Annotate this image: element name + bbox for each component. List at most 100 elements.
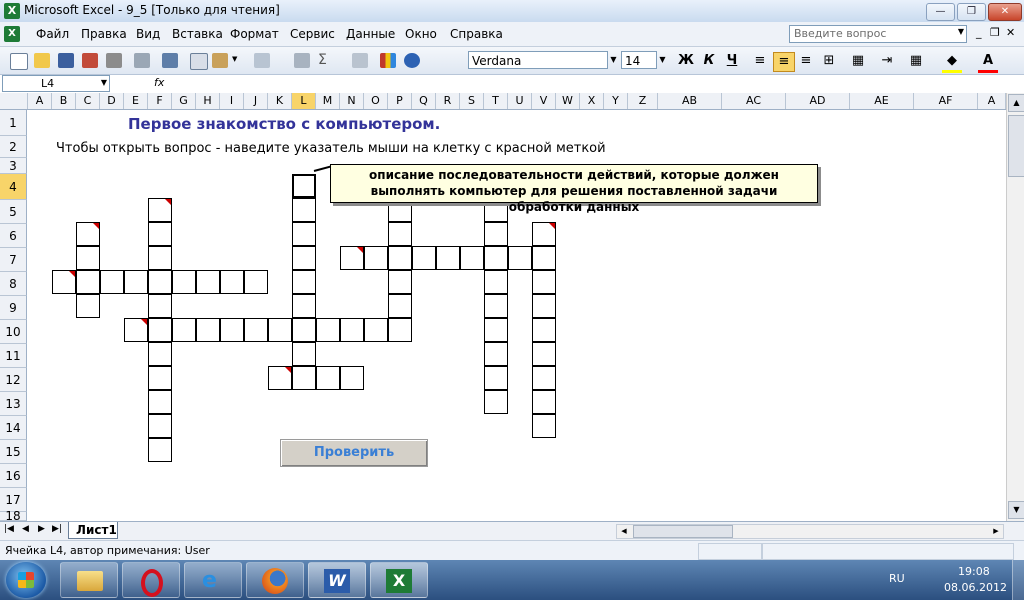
borders-icon[interactable]: ▦ [906,52,926,70]
doc-restore-button[interactable]: ❐ [990,26,1000,39]
row-header-18[interactable]: 18 [0,510,27,522]
name-box-dropdown-icon[interactable]: ▼ [101,78,107,87]
column-header-v[interactable]: V [532,93,556,109]
align-right-icon[interactable]: ≡ [796,52,816,70]
doc-close-button[interactable]: ✕ [1006,26,1015,39]
paste-dropdown-icon[interactable]: ▼ [232,55,237,63]
permission-icon[interactable] [82,53,98,68]
column-header-x[interactable]: X [580,93,604,109]
crossword-cell[interactable] [484,270,508,294]
crossword-cell[interactable] [220,270,244,294]
crossword-cell[interactable] [76,246,100,270]
crossword-cell[interactable] [292,198,316,222]
font-name-dropdown-icon[interactable]: ▼ [607,51,620,69]
minimize-button[interactable]: — [926,3,955,21]
crossword-cell[interactable] [508,246,532,270]
align-center-icon[interactable]: ≡ [773,52,795,72]
column-header-ae[interactable]: AE [850,93,914,109]
crossword-cell[interactable] [292,294,316,318]
crossword-cell[interactable] [532,246,556,270]
column-header-n[interactable]: N [340,93,364,109]
column-header-s[interactable]: S [460,93,484,109]
row-header-13[interactable]: 13 [0,392,27,416]
language-indicator[interactable]: RU [889,572,905,585]
crossword-cell[interactable] [484,246,508,270]
crossword-cell[interactable] [340,366,364,390]
fill-color-icon[interactable]: ◆ [942,52,962,73]
crossword-cell[interactable] [412,246,436,270]
crossword-cell[interactable] [532,390,556,414]
crossword-cell[interactable] [532,366,556,390]
scroll-thumb[interactable] [1008,115,1024,177]
column-header-z[interactable]: Z [628,93,658,109]
crossword-cell[interactable] [532,294,556,318]
crossword-cell[interactable] [268,366,292,390]
column-header-k[interactable]: K [268,93,292,109]
column-header-af[interactable]: AF [914,93,978,109]
maximize-button[interactable]: ❐ [957,3,986,21]
crossword-cell[interactable] [388,294,412,318]
crossword-cell[interactable] [484,222,508,246]
prev-sheet-nav-icon[interactable]: ◀ [22,524,29,534]
menu-window[interactable]: Окно [405,27,437,41]
italic-button[interactable]: К [699,52,719,70]
crossword-cell[interactable] [172,270,196,294]
crossword-cell[interactable] [532,318,556,342]
opera-taskbar-button[interactable] [122,562,180,598]
column-header-y[interactable]: Y [604,93,628,109]
word-taskbar-button[interactable]: W [308,562,366,598]
menu-edit[interactable]: Правка [81,27,127,41]
menu-format[interactable]: Формат [230,27,279,41]
column-header-t[interactable]: T [484,93,508,109]
crossword-cell[interactable] [484,294,508,318]
print-preview-icon[interactable] [134,53,150,68]
row-header-3[interactable]: 3 [0,158,27,174]
crossword-cell[interactable] [148,318,172,342]
hyperlink-icon[interactable] [294,53,310,68]
doc-minimize-button[interactable]: _ [976,26,982,39]
row-header-16[interactable]: 16 [0,464,27,488]
row-header-8[interactable]: 8 [0,272,27,296]
row-header-10[interactable]: 10 [0,320,27,344]
crossword-cell[interactable] [148,198,172,222]
crossword-cell[interactable] [316,318,340,342]
row-header-7[interactable]: 7 [0,248,27,272]
autosum-icon[interactable]: Σ [318,52,327,68]
column-header-r[interactable]: R [436,93,460,109]
font-name-select[interactable]: Verdana [468,51,608,69]
menu-view[interactable]: Вид [136,27,160,41]
row-header-2[interactable]: 2 [0,136,27,158]
crossword-cell[interactable] [532,414,556,438]
selected-cell-l4[interactable] [292,174,316,198]
crossword-cell[interactable] [388,246,412,270]
excel-doc-icon[interactable]: X [4,26,20,42]
crossword-cell[interactable] [364,318,388,342]
menu-insert[interactable]: Вставка [172,27,223,41]
copy-icon[interactable] [190,53,208,70]
paste-icon[interactable] [212,53,228,68]
hscroll-right-arrow-icon[interactable]: ▶ [989,525,1003,538]
crossword-cell[interactable] [532,222,556,246]
sort-icon[interactable] [352,53,368,68]
close-button[interactable]: ✕ [988,3,1022,21]
crossword-cell[interactable] [532,342,556,366]
internet-explorer-taskbar-button[interactable]: e [184,562,242,598]
crossword-cell[interactable] [268,318,292,342]
crossword-cell[interactable] [292,270,316,294]
crossword-cell[interactable] [436,246,460,270]
crossword-cell[interactable] [340,318,364,342]
crossword-cell[interactable] [52,270,76,294]
bold-button[interactable]: Ж [676,52,696,70]
crossword-cell[interactable] [484,366,508,390]
help-question-box[interactable]: Введите вопрос ▼ [789,25,967,43]
column-header-ac[interactable]: AC [722,93,786,109]
crossword-cell[interactable] [388,222,412,246]
clock-time[interactable]: 19:08 [958,565,990,578]
chart-wizard-icon[interactable] [380,53,396,68]
crossword-cell[interactable] [148,270,172,294]
currency-icon[interactable]: ▦ [848,52,868,70]
align-left-icon[interactable]: ≡ [750,52,770,70]
crossword-cell[interactable] [220,318,244,342]
scroll-up-arrow-icon[interactable]: ▲ [1008,94,1024,112]
help-dropdown-icon[interactable]: ▼ [958,27,964,36]
